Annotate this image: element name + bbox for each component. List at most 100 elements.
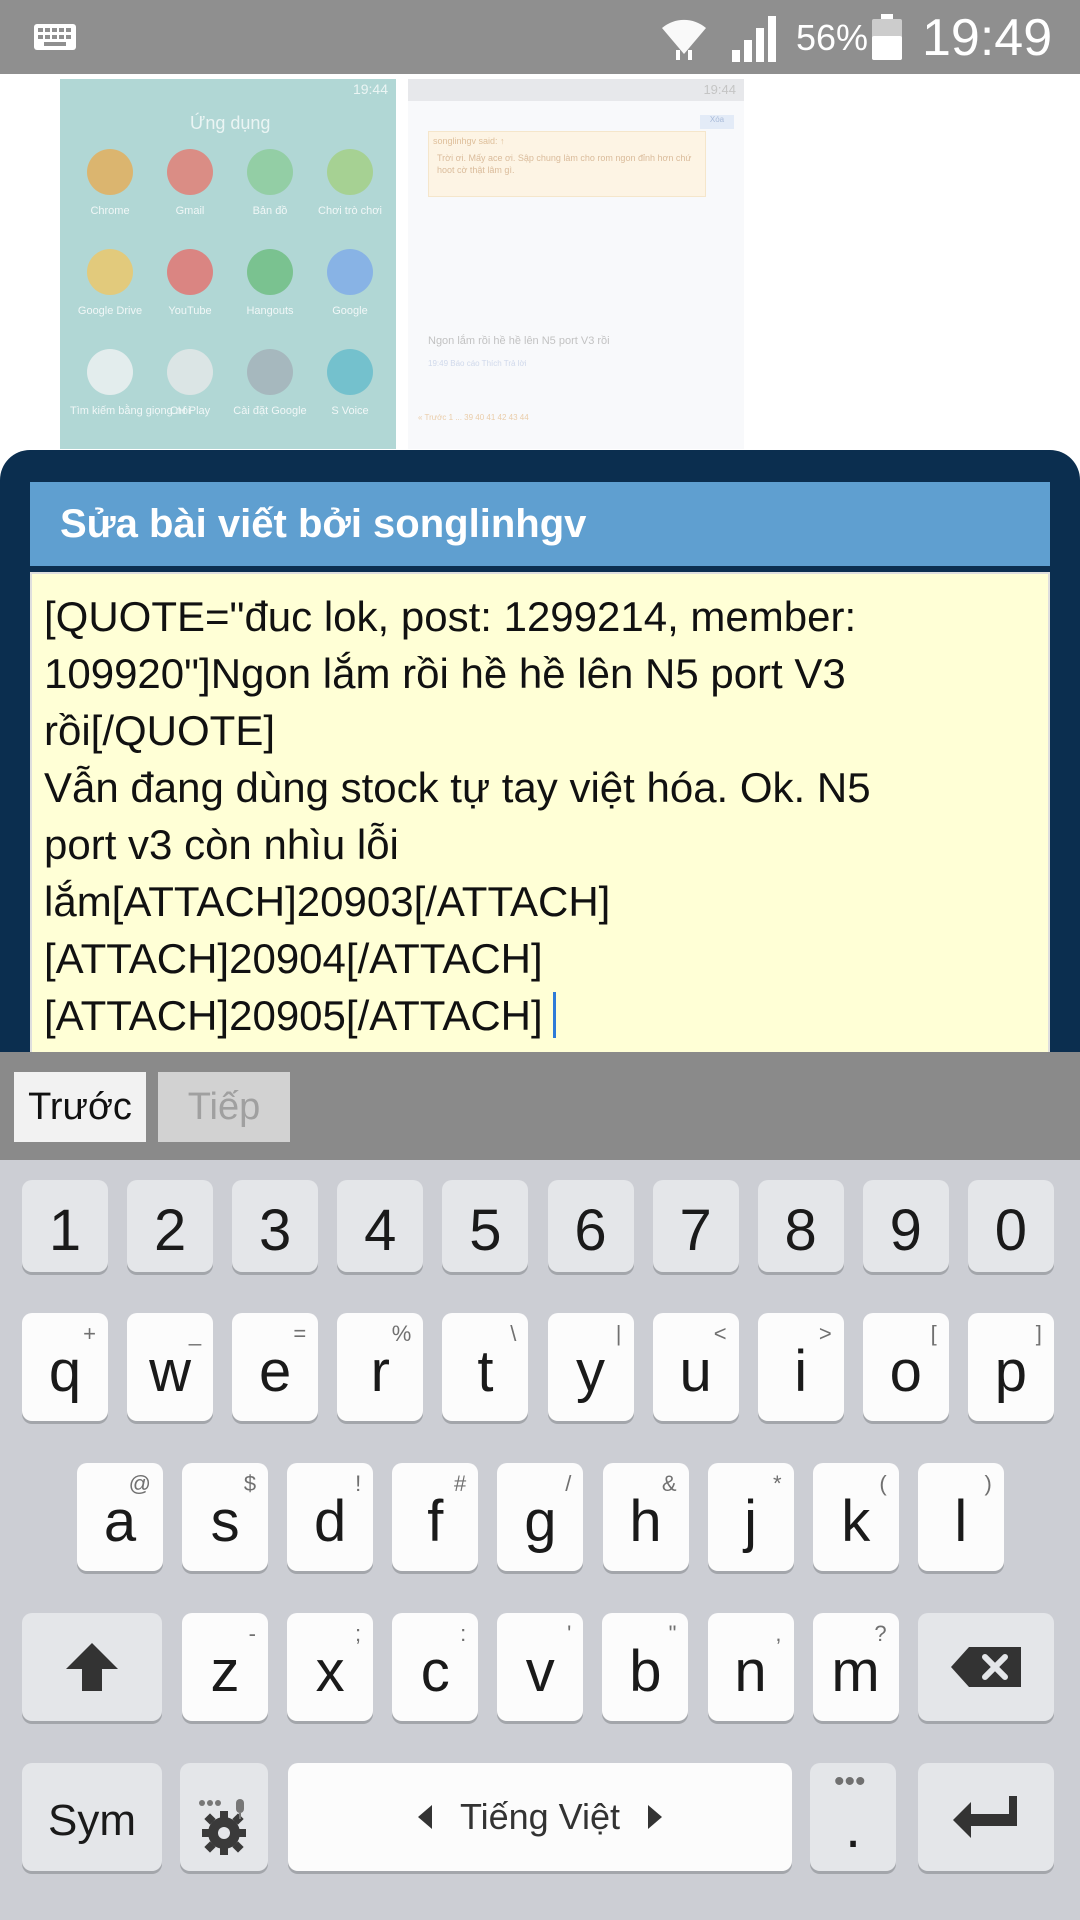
key-h[interactable]: & h xyxy=(602,1463,689,1571)
key-5[interactable]: 5 xyxy=(442,1180,529,1272)
thumb-pager: « Trước 1 ... 39 40 41 42 43 44 xyxy=(418,413,529,422)
key-x[interactable]: ; x xyxy=(287,1613,374,1721)
settings-key[interactable] xyxy=(180,1763,268,1871)
key-label: 1 xyxy=(48,1197,82,1263)
key-g[interactable]: / g xyxy=(497,1463,584,1571)
key-label: 9 xyxy=(889,1197,922,1263)
key-label: c xyxy=(420,1638,450,1704)
app-thumb-item: Gmail xyxy=(150,149,230,217)
key-label: 0 xyxy=(994,1197,1028,1263)
thumb-quote-body: Trời ơi. Mấy ace ơi. Sập chung làm cho r… xyxy=(437,153,692,175)
key-label: w xyxy=(149,1338,192,1404)
key-p[interactable]: ] p xyxy=(967,1313,1054,1421)
key-label: e xyxy=(259,1338,292,1404)
app-label: Gmail xyxy=(175,205,205,217)
period-key-label: . xyxy=(844,1794,862,1860)
key-r[interactable]: % r xyxy=(337,1313,424,1421)
key-label: a xyxy=(103,1488,137,1554)
key-label: u xyxy=(679,1338,712,1404)
app-thumb-item: Tìm kiếm bằng giọng nói xyxy=(70,349,191,417)
key-a[interactable]: @ a xyxy=(77,1463,163,1571)
dialog-title: Sửa bài viết bởi songlinhgv xyxy=(60,502,587,546)
status-bar: 56% 19:49 xyxy=(0,0,1080,74)
key-n[interactable]: ,n xyxy=(707,1613,794,1721)
shift-key[interactable] xyxy=(22,1613,162,1721)
key-e[interactable]: = e xyxy=(232,1313,319,1421)
app-icon xyxy=(167,349,213,395)
key-label: 8 xyxy=(784,1197,817,1263)
post-editor[interactable]: [QUOTE="đuc lok, post: 1299214, member: … xyxy=(30,572,1050,1056)
enter-key[interactable] xyxy=(918,1763,1054,1871)
app-icon xyxy=(87,249,133,295)
thumb-quote-title: songlinhgv said: ↑ xyxy=(433,136,505,146)
space-language-label: Tiếng Việt xyxy=(459,1796,621,1837)
key-label: 3 xyxy=(259,1197,292,1263)
app-icon xyxy=(327,149,373,195)
key-hint: ) xyxy=(984,1471,992,1496)
app-icon xyxy=(247,149,293,195)
key-u[interactable]: < u xyxy=(652,1313,739,1421)
previous-button[interactable]: Trước xyxy=(14,1072,146,1142)
key-q[interactable]: + q xyxy=(22,1313,108,1421)
key-label: 7 xyxy=(679,1197,712,1263)
key-3[interactable]: 3 xyxy=(232,1180,319,1272)
key-f[interactable]: # f xyxy=(392,1463,479,1571)
key-hint: \ xyxy=(510,1321,517,1346)
recent-app-thumbnail-forum: 19:44 Xóa songlinhgv said: ↑ Trời ơi. Mấ… xyxy=(408,79,744,449)
key-0[interactable]: 0 xyxy=(967,1180,1054,1272)
key-z[interactable]: -z xyxy=(182,1613,268,1721)
space-key[interactable]: Tiếng Việt xyxy=(288,1763,792,1871)
key-d[interactable]: ! d xyxy=(287,1463,374,1571)
key-w[interactable]: _ w xyxy=(127,1313,214,1421)
enter-icon xyxy=(953,1796,1017,1838)
app-label: Google xyxy=(332,305,368,317)
key-8[interactable]: 8 xyxy=(757,1180,844,1272)
key-v[interactable]: ' v xyxy=(497,1613,584,1721)
key-9[interactable]: 9 xyxy=(862,1180,949,1272)
thumb-post: Ngon lắm rồi hề hề lên N5 port V3 rồi xyxy=(428,335,610,347)
key-b[interactable]: " b xyxy=(602,1613,689,1721)
app-label: Bản đồ xyxy=(252,205,288,217)
key-label: i xyxy=(794,1338,808,1404)
key-hint: ( xyxy=(879,1471,887,1496)
app-thumb-item: Cài đặt Google xyxy=(230,349,310,417)
battery-icon xyxy=(872,14,902,60)
key-hint: # xyxy=(454,1471,467,1496)
key-label: n xyxy=(734,1638,767,1704)
key-o[interactable]: [o xyxy=(862,1313,949,1421)
key-m[interactable]: ? m xyxy=(812,1613,899,1721)
period-key[interactable]: ••• . xyxy=(810,1763,896,1871)
app-label: Chơi trò chơi xyxy=(318,205,382,217)
key-s[interactable]: $ s xyxy=(182,1463,269,1571)
sym-key[interactable]: Sym xyxy=(22,1763,162,1871)
key-label: y xyxy=(576,1338,605,1404)
key-j[interactable]: * j xyxy=(707,1463,794,1571)
key-k[interactable]: (k xyxy=(812,1463,899,1571)
key-l[interactable]: ) l xyxy=(917,1463,1004,1571)
key-1[interactable]: 1 xyxy=(22,1180,108,1272)
key-t[interactable]: \ t xyxy=(442,1313,529,1421)
key-hint: - xyxy=(248,1621,256,1646)
key-label: 6 xyxy=(574,1197,607,1263)
key-6[interactable]: 6 xyxy=(547,1180,634,1272)
app-icon xyxy=(327,249,373,295)
key-hint: ; xyxy=(354,1621,362,1646)
post-editor-text[interactable]: [QUOTE="đuc lok, post: 1299214, member: … xyxy=(44,588,1034,1044)
key-y[interactable]: | y xyxy=(547,1313,634,1421)
app-icon xyxy=(247,249,293,295)
key-label: r xyxy=(370,1338,390,1404)
app-icon xyxy=(327,349,373,395)
backspace-key[interactable] xyxy=(918,1613,1054,1721)
next-button[interactable]: Tiếp xyxy=(158,1072,290,1142)
key-i[interactable]: > i xyxy=(757,1313,844,1421)
key-hint: $ xyxy=(243,1471,257,1496)
app-label: Tìm kiếm bằng giọng nói xyxy=(70,405,191,417)
key-4[interactable]: 4 xyxy=(337,1180,424,1272)
key-7[interactable]: 7 xyxy=(652,1180,739,1272)
space-key-label: Tiếng Việt xyxy=(417,1796,663,1838)
thumb-quote: songlinhgv said: ↑ Trời ơi. Mấy ace ơi. … xyxy=(428,131,706,197)
key-label: t xyxy=(477,1338,494,1404)
key-c[interactable]: :c xyxy=(392,1613,479,1721)
text-caret xyxy=(552,992,556,1038)
key-2[interactable]: 2 xyxy=(127,1180,214,1272)
